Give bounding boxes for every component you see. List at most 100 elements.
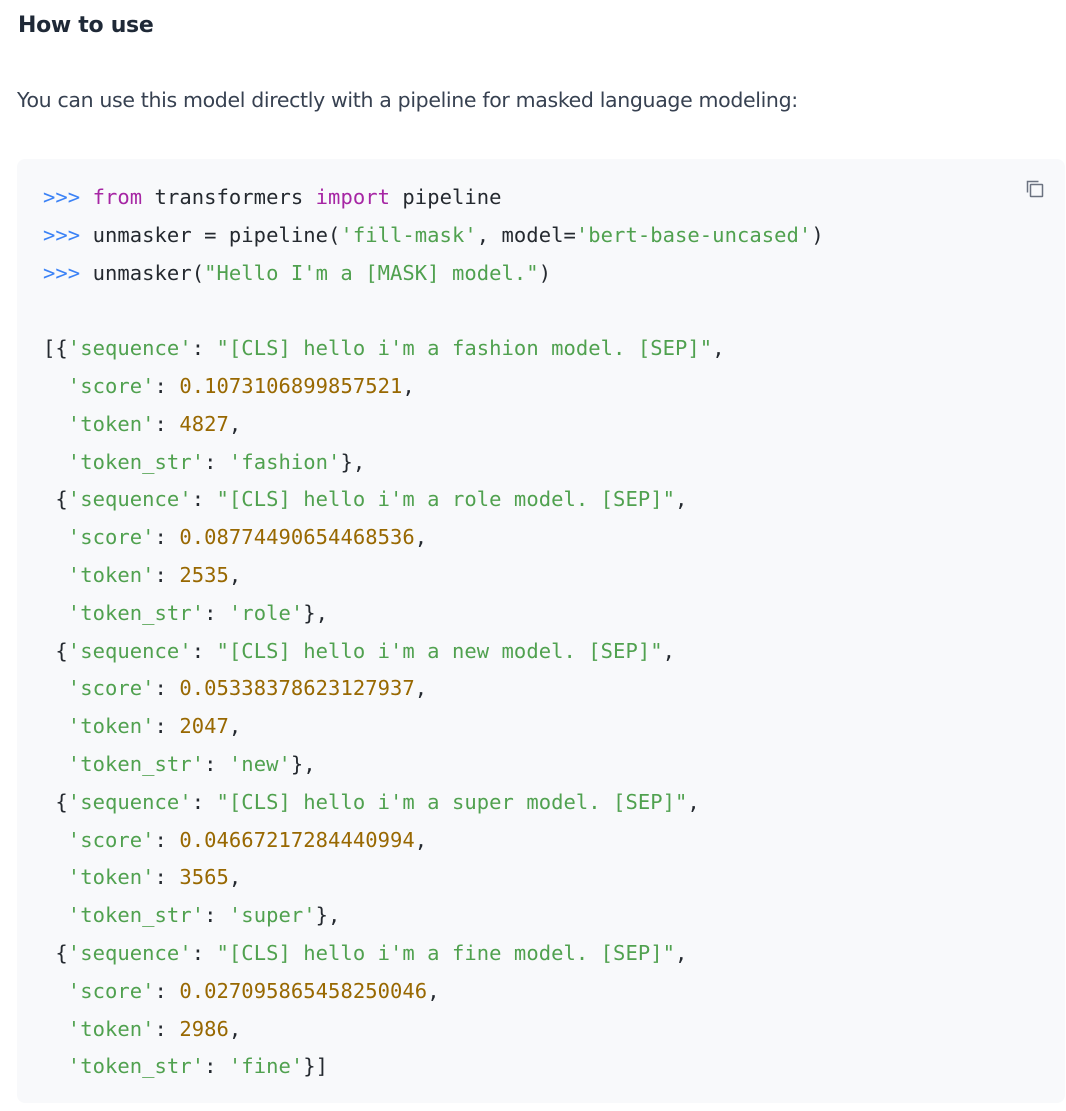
code-token-text: , — [414, 525, 428, 550]
code-line: 'score': 0.08774490654468536, — [43, 519, 824, 557]
code-token-text: : — [204, 751, 229, 776]
code-line: {'sequence': "[CLS] hello i'm a fine mod… — [43, 935, 824, 973]
code-token-string: 'token_str' — [67, 600, 205, 625]
code-token-string: 'sequence' — [67, 336, 192, 361]
code-token-text: }, — [315, 903, 341, 928]
code-token-string: "[CLS] hello i'm a new model. [SEP]" — [216, 638, 663, 663]
code-token-text: { — [43, 940, 68, 965]
code-token-text: , — [228, 1016, 242, 1041]
code-token-text: : — [154, 714, 180, 739]
code-token-string: 'bert-base-uncased' — [575, 222, 812, 247]
code-token-string: 'token_str' — [67, 449, 205, 474]
code-token-string: 'token' — [67, 714, 155, 739]
code-token-number: 0.1073106899857521 — [179, 373, 403, 398]
code-token-string: 'token_str' — [67, 1054, 205, 1079]
code-token-text: , — [712, 336, 725, 361]
code-token-text: : — [154, 373, 180, 398]
code-token-text: , — [687, 789, 700, 814]
code-token-text: , — [675, 487, 688, 512]
copy-button[interactable] — [1023, 177, 1047, 201]
code-token-number: 0.05338378623127937 — [179, 676, 415, 701]
code-token-number: 2047 — [179, 714, 229, 739]
code-token-text: : — [191, 789, 217, 814]
code-token-text: pipeline — [390, 185, 502, 209]
code-token-text: [{ — [43, 336, 68, 361]
section-heading: How to use — [18, 13, 154, 38]
code-token-text: , — [402, 373, 415, 398]
code-token-prompt: >>> — [43, 185, 93, 209]
code-token-text: unmasker = pipeline( — [92, 222, 341, 247]
code-token-text: : — [154, 1016, 180, 1041]
code-token-number: 4827 — [179, 411, 229, 436]
code-token-text: , — [662, 638, 676, 663]
code-token-text: : — [154, 525, 180, 550]
code-token-text: : — [154, 562, 180, 587]
code-token-string: 'token' — [67, 865, 155, 890]
code-content[interactable]: >>> from transformers import pipeline >>>… — [43, 179, 824, 1086]
code-token-text: }, — [303, 600, 329, 625]
code-token-number: 0.08774490654468536 — [179, 525, 415, 550]
code-line: 'score': 0.05338378623127937, — [43, 670, 824, 708]
code-token-string: 'token' — [67, 1016, 155, 1041]
code-token-text: : — [204, 1054, 229, 1079]
code-line: 'score': 0.027095865458250046, — [43, 973, 824, 1011]
code-token-text: ) — [538, 260, 552, 285]
code-line: {'sequence': "[CLS] hello i'm a role mod… — [43, 481, 824, 519]
code-line: {'sequence': "[CLS] hello i'm a super mo… — [43, 784, 824, 822]
code-token-text: , — [228, 562, 242, 587]
code-token-text: }, — [340, 449, 366, 474]
code-token-string: 'score' — [67, 373, 155, 398]
code-token-text: }, — [290, 751, 316, 776]
code-token-string: 'new' — [228, 751, 291, 776]
code-token-string: 'role' — [228, 600, 304, 625]
code-token-string: "Hello I'm a [MASK] model." — [204, 260, 539, 285]
code-token-text: : — [154, 827, 180, 852]
code-token-string: 'score' — [67, 827, 155, 852]
code-token-string: 'super' — [228, 903, 316, 928]
code-token-string: 'token_str' — [67, 751, 205, 776]
code-token-keyword: import — [315, 185, 391, 209]
code-token-text: : — [204, 449, 229, 474]
code-token-text: { — [43, 487, 68, 512]
code-token-text: : — [204, 903, 229, 928]
code-token-string: 'token' — [67, 562, 155, 587]
code-token-keyword: from — [92, 185, 143, 209]
code-token-text: transformers — [142, 185, 316, 209]
code-token-text: : — [191, 940, 217, 965]
code-token-text: : — [204, 600, 229, 625]
code-line: 'token_str': 'role'}, — [43, 595, 824, 633]
code-line: 'token_str': 'fashion'}, — [43, 444, 824, 482]
code-token-text: : — [154, 676, 180, 701]
code-token-number: 0.027095865458250046 — [179, 978, 428, 1003]
code-line: 'token': 3565, — [43, 859, 824, 897]
code-token-text: : — [191, 487, 217, 512]
code-token-number: 3565 — [179, 865, 229, 890]
code-token-number: 2986 — [179, 1016, 229, 1041]
code-token-text: , — [228, 411, 242, 436]
code-token-string: 'token_str' — [67, 903, 205, 928]
code-token-string: "[CLS] hello i'm a fine model. [SEP]" — [216, 940, 676, 965]
code-token-string: "[CLS] hello i'm a fashion model. [SEP]" — [216, 336, 713, 361]
code-token-string: 'token' — [67, 411, 155, 436]
code-line: {'sequence': "[CLS] hello i'm a new mode… — [43, 633, 824, 671]
code-token-string: 'fashion' — [228, 449, 341, 474]
code-token-text: , — [414, 827, 428, 852]
code-token-string: "[CLS] hello i'm a super model. [SEP]" — [216, 789, 688, 814]
code-line: 'token_str': 'new'}, — [43, 746, 824, 784]
code-token-string: 'sequence' — [67, 638, 192, 663]
code-token-text: { — [43, 789, 68, 814]
